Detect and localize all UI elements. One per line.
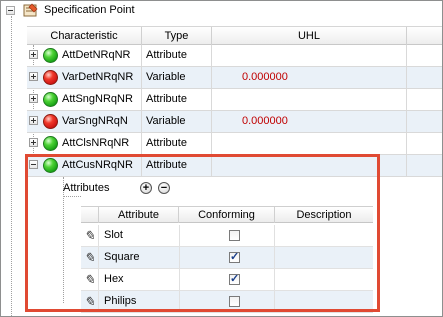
tree-connector bbox=[11, 16, 12, 316]
attribute-name: Square bbox=[104, 251, 140, 263]
attribute-name: Philips bbox=[104, 295, 137, 307]
type-cell: Attribute bbox=[142, 133, 212, 154]
tree-connector bbox=[63, 196, 81, 197]
conforming-cell: ✓ bbox=[179, 247, 275, 268]
root-label: Specification Point bbox=[44, 4, 135, 16]
attribute-row[interactable]: ✎ Hex ✓ bbox=[81, 269, 373, 291]
characteristic-cell: AttClsNRqNR bbox=[27, 133, 142, 154]
attributes-label: Attributes bbox=[63, 182, 110, 194]
column-header-attribute[interactable]: Attribute bbox=[99, 207, 179, 223]
characteristic-row[interactable]: AttClsNRqNR Attribute bbox=[27, 133, 442, 155]
attribute-row[interactable]: ✎ Slot bbox=[81, 225, 373, 247]
root-node[interactable]: Specification Point bbox=[1, 1, 442, 21]
type-cell: Attribute bbox=[142, 89, 212, 110]
characteristic-row[interactable]: VarSngNRqN Variable 0.000000 bbox=[27, 111, 442, 133]
conforming-cell: ✓ bbox=[179, 269, 275, 290]
characteristic-cell: VarDetNRqNR bbox=[27, 67, 142, 88]
attribute-row[interactable]: ✎ Square ✓ bbox=[81, 247, 373, 269]
column-header-description[interactable]: Description bbox=[275, 207, 373, 223]
type-cell: Variable bbox=[142, 111, 212, 132]
spec-tree-grid: Specification Point Characteristic Type … bbox=[0, 0, 443, 317]
characteristic-row[interactable]: VarDetNRqNR Variable 0.000000 bbox=[27, 67, 442, 89]
type-cell: Attribute bbox=[142, 45, 212, 66]
uhl-cell bbox=[212, 89, 407, 110]
attribute-name: Slot bbox=[104, 229, 123, 241]
column-header-characteristic[interactable]: Characteristic bbox=[27, 27, 142, 45]
attribute-name: Hex bbox=[104, 273, 124, 285]
uhl-cell bbox=[212, 133, 407, 154]
conforming-checkbox[interactable] bbox=[229, 230, 240, 241]
characteristic-name: AttSngNRqNR bbox=[62, 93, 133, 105]
conforming-checkbox-checked[interactable]: ✓ bbox=[229, 252, 240, 263]
edit-pencil-icon[interactable]: ✎ bbox=[81, 225, 99, 246]
characteristic-cell: AttDetNRqNR bbox=[27, 45, 142, 66]
conforming-checkbox[interactable] bbox=[229, 296, 240, 307]
characteristic-name: VarSngNRqN bbox=[62, 115, 128, 127]
column-header-conforming[interactable]: Conforming bbox=[179, 207, 275, 223]
column-header-extra bbox=[407, 27, 442, 45]
characteristic-row[interactable]: AttDetNRqNR Attribute bbox=[27, 45, 442, 67]
root-collapse-icon[interactable] bbox=[6, 6, 15, 15]
column-header-type[interactable]: Type bbox=[142, 27, 212, 45]
characteristic-row-expanded[interactable]: AttCusNRqNR Attribute bbox=[27, 155, 442, 177]
characteristic-name: AttCusNRqNR bbox=[62, 159, 133, 171]
characteristic-cell: VarSngNRqN bbox=[27, 111, 142, 132]
column-header-uhl[interactable]: UHL bbox=[212, 27, 407, 45]
uhl-cell: 0.000000 bbox=[212, 67, 407, 88]
characteristic-name: AttClsNRqNR bbox=[62, 137, 130, 149]
add-attribute-button[interactable]: + bbox=[140, 182, 152, 194]
attributes-header: Attribute Conforming Description bbox=[81, 206, 373, 223]
conforming-cell bbox=[179, 225, 275, 246]
type-cell: Attribute bbox=[142, 155, 212, 176]
uhl-cell bbox=[212, 45, 407, 66]
attribute-row[interactable]: ✎ Philips bbox=[81, 291, 373, 313]
characteristic-cell: AttSngNRqNR bbox=[27, 89, 142, 110]
characteristic-row[interactable]: AttSngNRqNR Attribute bbox=[27, 89, 442, 111]
characteristic-cell: AttCusNRqNR bbox=[27, 155, 142, 176]
type-cell: Variable bbox=[142, 67, 212, 88]
edit-pencil-icon[interactable]: ✎ bbox=[81, 291, 99, 312]
remove-attribute-button[interactable]: − bbox=[158, 182, 170, 194]
grid-header: Characteristic Type UHL bbox=[27, 26, 442, 45]
characteristic-name: AttDetNRqNR bbox=[62, 49, 131, 61]
uhl-cell bbox=[212, 155, 407, 176]
edit-pencil-icon[interactable]: ✎ bbox=[81, 269, 99, 290]
edit-pencil-icon[interactable]: ✎ bbox=[81, 247, 99, 268]
uhl-cell: 0.000000 bbox=[212, 111, 407, 132]
conforming-cell bbox=[179, 291, 275, 312]
conforming-checkbox-checked[interactable]: ✓ bbox=[229, 274, 240, 285]
specification-point-icon bbox=[23, 3, 38, 17]
characteristic-name: VarDetNRqNR bbox=[62, 71, 134, 83]
column-header-blank bbox=[81, 207, 99, 223]
